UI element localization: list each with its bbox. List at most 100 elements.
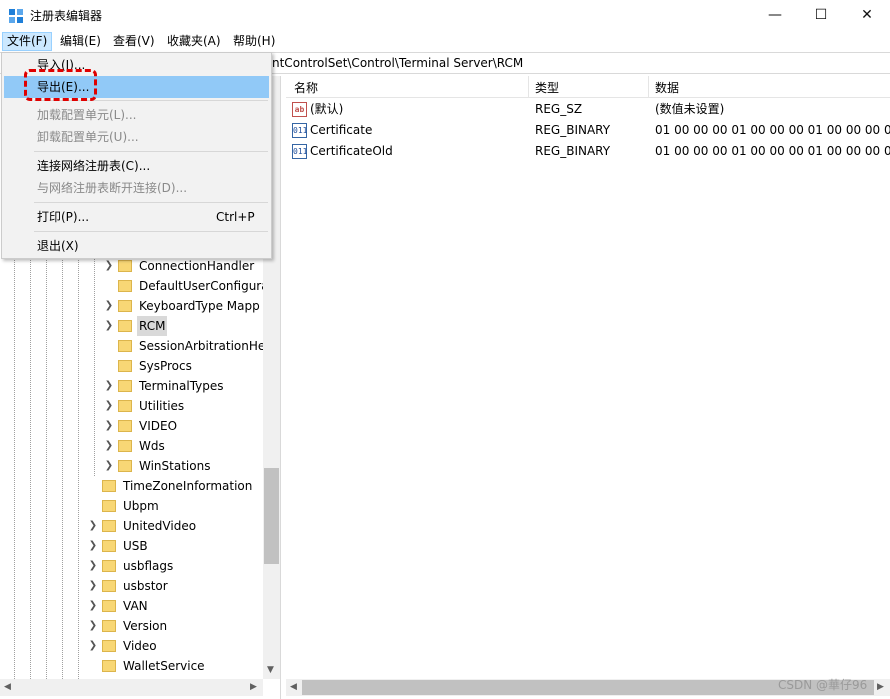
folder-icon bbox=[102, 520, 116, 532]
tree-item[interactable]: TimeZoneInformation bbox=[86, 476, 254, 496]
chevron-right-icon[interactable]: ❯ bbox=[102, 256, 116, 276]
tree-item[interactable]: DefaultUserConfigura bbox=[102, 276, 271, 296]
menu-item-print[interactable]: 打印(P)... Ctrl+P bbox=[4, 206, 269, 228]
export-highlight-annotation bbox=[24, 69, 97, 101]
tree-item[interactable]: ❯ Utilities bbox=[102, 396, 186, 416]
folder-icon bbox=[102, 560, 116, 572]
tree-item-label: WinStations bbox=[139, 459, 211, 473]
value-name: (默认) bbox=[310, 102, 344, 116]
menu-view[interactable]: 查看(V) bbox=[109, 32, 159, 51]
value-name: CertificateOld bbox=[310, 144, 393, 158]
maximize-button[interactable]: ☐ bbox=[798, 0, 844, 30]
menu-help[interactable]: 帮助(H) bbox=[229, 32, 279, 51]
chevron-right-icon[interactable]: ❯ bbox=[86, 536, 100, 556]
tree-horizontal-scrollbar[interactable] bbox=[0, 679, 263, 696]
tree-item-label: KeyboardType Mapp bbox=[139, 299, 260, 313]
tree-item-label: usbflags bbox=[123, 559, 174, 573]
scroll-down-arrow-icon[interactable]: ▼ bbox=[267, 665, 274, 675]
tree-item[interactable]: ❯ Wds bbox=[102, 436, 167, 456]
value-type: REG_BINARY bbox=[535, 123, 611, 137]
menu-favorites[interactable]: 收藏夹(A) bbox=[163, 32, 225, 51]
value-data: 01 00 00 00 01 00 00 00 01 00 00 00 06 bbox=[655, 123, 890, 137]
chevron-right-icon[interactable]: ❯ bbox=[102, 456, 116, 476]
folder-open-icon bbox=[118, 320, 132, 332]
scroll-right-arrow-icon[interactable]: ▶ bbox=[250, 682, 257, 692]
folder-icon bbox=[118, 420, 132, 432]
tree-item[interactable]: ❯ USB bbox=[86, 536, 150, 556]
column-divider[interactable] bbox=[528, 76, 529, 98]
tree-item[interactable]: ❯ usbstor bbox=[86, 576, 170, 596]
tree-item[interactable]: WalletService bbox=[86, 656, 207, 676]
menu-item-exit[interactable]: 退出(X) bbox=[4, 235, 269, 257]
value-type: REG_BINARY bbox=[535, 144, 611, 158]
menu-item-load-hive: 加载配置单元(L)... bbox=[4, 104, 269, 126]
binary-value-icon: 011 bbox=[292, 144, 307, 159]
tree-item[interactable]: ❯ WinStations bbox=[102, 456, 212, 476]
chevron-right-icon[interactable]: ❯ bbox=[102, 376, 116, 396]
column-header-type[interactable]: 类型 bbox=[535, 79, 559, 96]
menu-item-label: 与网络注册表断开连接(D)... bbox=[37, 181, 188, 195]
tree-item-label: usbstor bbox=[123, 579, 168, 593]
tree-item[interactable]: ❯ Video bbox=[86, 636, 159, 656]
tree-item[interactable]: ❯ VAN bbox=[86, 596, 150, 616]
chevron-right-icon[interactable]: ❯ bbox=[86, 636, 100, 656]
folder-icon bbox=[118, 440, 132, 452]
chevron-right-icon[interactable]: ❯ bbox=[102, 416, 116, 436]
value-row[interactable]: ab (默认) REG_SZ (数值未设置) bbox=[286, 99, 890, 120]
menu-item-shortcut: Ctrl+P bbox=[216, 210, 255, 224]
menu-item-label: 连接网络注册表(C)... bbox=[37, 159, 151, 173]
folder-icon bbox=[118, 260, 132, 272]
chevron-right-icon[interactable]: ❯ bbox=[86, 516, 100, 536]
column-header-name[interactable]: 名称 bbox=[294, 79, 318, 96]
chevron-right-icon[interactable]: ❯ bbox=[102, 296, 116, 316]
scroll-left-arrow-icon[interactable]: ◀ bbox=[4, 682, 11, 692]
menu-separator bbox=[34, 151, 268, 152]
menu-file[interactable]: 文件(F) bbox=[2, 32, 53, 51]
tree-scroll-thumb[interactable] bbox=[264, 468, 279, 564]
menu-item-label: 卸载配置单元(U)... bbox=[37, 130, 139, 144]
minimize-button[interactable]: — bbox=[752, 0, 798, 30]
value-row[interactable]: 011 CertificateOld REG_BINARY 01 00 00 0… bbox=[286, 141, 890, 162]
value-row[interactable]: 011 Certificate REG_BINARY 01 00 00 00 0… bbox=[286, 120, 890, 141]
menu-edit[interactable]: 编辑(E) bbox=[56, 32, 105, 51]
scroll-right-arrow-icon[interactable]: ▶ bbox=[877, 682, 884, 692]
scroll-left-arrow-icon[interactable]: ◀ bbox=[290, 682, 297, 692]
column-header-data[interactable]: 数据 bbox=[655, 79, 679, 96]
folder-icon bbox=[102, 480, 116, 492]
tree-item[interactable]: ❯ Version bbox=[86, 616, 169, 636]
tree-item[interactable]: ❯ UnitedVideo bbox=[86, 516, 198, 536]
folder-icon bbox=[118, 360, 132, 372]
close-button[interactable]: ✕ bbox=[844, 0, 890, 30]
chevron-right-icon[interactable]: ❯ bbox=[86, 576, 100, 596]
tree-item-label: VIDEO bbox=[139, 419, 178, 433]
tree-item[interactable]: SessionArbitrationHel bbox=[102, 336, 271, 356]
binary-value-icon: 011 bbox=[292, 123, 307, 138]
tree-item-label: Version bbox=[123, 619, 168, 633]
folder-icon bbox=[118, 280, 132, 292]
tree-item-label: Utilities bbox=[139, 399, 185, 413]
tree-item[interactable]: ❯ VIDEO bbox=[102, 416, 179, 436]
tree-item[interactable]: SysProcs bbox=[102, 356, 194, 376]
values-pane[interactable]: 名称 类型 数据 ab (默认) REG_SZ (数值未设置) 011 Cert… bbox=[286, 76, 890, 699]
tree-item[interactable]: ❯ TerminalTypes bbox=[102, 376, 226, 396]
tree-item[interactable]: ❯ ConnectionHandler bbox=[102, 256, 256, 276]
chevron-right-icon[interactable]: ❯ bbox=[86, 556, 100, 576]
chevron-right-icon[interactable]: ❯ bbox=[102, 316, 116, 336]
value-name: Certificate bbox=[310, 123, 373, 137]
chevron-right-icon[interactable]: ❯ bbox=[102, 396, 116, 416]
title-bar: 注册表编辑器 — ☐ ✕ bbox=[0, 0, 890, 30]
tree-item-selected[interactable]: ❯ RCM bbox=[102, 316, 168, 336]
folder-icon bbox=[118, 380, 132, 392]
menu-item-connect-network-registry[interactable]: 连接网络注册表(C)... bbox=[4, 155, 269, 177]
column-divider[interactable] bbox=[648, 76, 649, 98]
chevron-right-icon[interactable]: ❯ bbox=[102, 436, 116, 456]
menu-item-label: 加载配置单元(L)... bbox=[37, 108, 137, 122]
tree-item-label: Ubpm bbox=[123, 499, 159, 513]
tree-item[interactable]: ❯ usbflags bbox=[86, 556, 175, 576]
chevron-right-icon[interactable]: ❯ bbox=[86, 616, 100, 636]
tree-item[interactable]: Ubpm bbox=[86, 496, 161, 516]
registry-editor-icon bbox=[9, 9, 23, 23]
tree-item-label: WalletService bbox=[123, 659, 205, 673]
tree-item[interactable]: ❯ KeyboardType Mapp bbox=[102, 296, 262, 316]
chevron-right-icon[interactable]: ❯ bbox=[86, 596, 100, 616]
